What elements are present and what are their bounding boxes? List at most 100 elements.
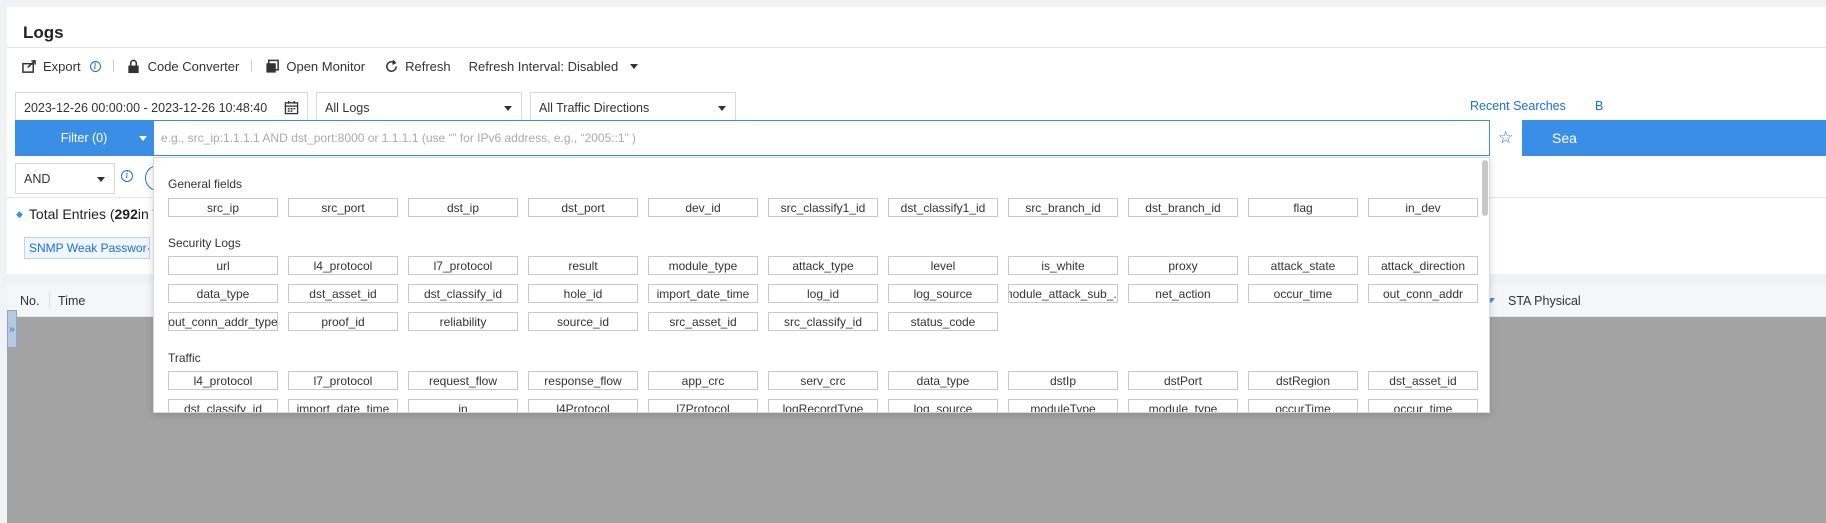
field-chip[interactable]: l7_protocol xyxy=(288,371,398,390)
star-icon[interactable]: ☆ xyxy=(1498,128,1513,148)
field-chip[interactable]: data_type xyxy=(168,284,278,303)
diamond-icon: ◆ xyxy=(16,208,23,219)
field-chip[interactable]: l4_protocol xyxy=(168,371,278,390)
field-chip[interactable]: proof_id xyxy=(288,312,398,331)
field-chip[interactable]: module_attack_sub_... xyxy=(1008,284,1118,303)
field-chip[interactable]: url xyxy=(168,256,278,275)
search-button[interactable]: Sea xyxy=(1522,120,1826,156)
log-type-value: All Logs xyxy=(325,100,370,115)
field-chip[interactable]: in_dev xyxy=(1368,198,1478,217)
info-icon[interactable]: i xyxy=(89,60,101,72)
field-chip[interactable]: l4_protocol xyxy=(288,256,398,275)
field-chip[interactable]: log_source xyxy=(888,399,998,412)
field-chip[interactable]: dst_classify1_id xyxy=(888,198,998,217)
refresh-button[interactable]: Refresh xyxy=(383,58,451,74)
field-chip[interactable]: dst_port xyxy=(528,198,638,217)
field-chip[interactable]: module_type xyxy=(1128,399,1238,412)
field-chip[interactable]: serv_crc xyxy=(768,371,878,390)
field-chip[interactable]: dev_id xyxy=(648,198,758,217)
traffic-direction-select[interactable]: All Traffic Directions xyxy=(530,92,736,123)
section-title: Security Logs xyxy=(168,236,241,250)
total-prefix: Total Entries ( xyxy=(28,206,115,222)
search-input[interactable]: e.g., src_ip:1.1.1.1 AND dst_port:8000 o… xyxy=(153,120,1490,156)
field-chip[interactable]: source_id xyxy=(528,312,638,331)
field-chip[interactable]: src_ip xyxy=(168,198,278,217)
field-chip[interactable]: data_type xyxy=(888,371,998,390)
field-chip[interactable]: response_flow xyxy=(528,371,638,390)
field-chip[interactable]: l4Protocol xyxy=(528,399,638,412)
export-button[interactable]: Export i xyxy=(21,58,101,74)
field-chip[interactable]: result xyxy=(528,256,638,275)
field-chip[interactable]: level xyxy=(888,256,998,275)
field-chip[interactable]: src_asset_id xyxy=(648,312,758,331)
refresh-interval-label: Refresh Interval: Disabled xyxy=(468,58,619,74)
operator-select[interactable]: AND xyxy=(15,163,115,194)
field-chip[interactable]: dstIp xyxy=(1008,371,1118,390)
field-chip[interactable]: dst_asset_id xyxy=(288,284,398,303)
field-chip[interactable]: l7Protocol xyxy=(648,399,758,412)
export-label: Export xyxy=(43,58,81,74)
column-no[interactable]: No. xyxy=(20,294,39,308)
field-chip[interactable]: proxy xyxy=(1128,256,1238,275)
field-chip[interactable]: log_source xyxy=(888,284,998,303)
traffic-direction-value: All Traffic Directions xyxy=(539,100,650,115)
column-sta-physical[interactable]: STA Physical xyxy=(1508,294,1581,308)
field-chip[interactable]: dst_classify_id xyxy=(168,399,278,412)
field-chip[interactable]: dst_branch_id xyxy=(1128,198,1238,217)
field-chip[interactable]: import_date_time xyxy=(648,284,758,303)
field-chip[interactable]: attack_state xyxy=(1248,256,1358,275)
field-chip[interactable]: dstPort xyxy=(1128,371,1238,390)
field-chip[interactable]: net_action xyxy=(1128,284,1238,303)
scrollbar[interactable] xyxy=(1482,160,1488,216)
refresh-interval-dropdown[interactable]: Refresh Interval: Disabled xyxy=(469,59,639,74)
field-chip[interactable]: in xyxy=(408,399,518,412)
field-chip[interactable]: src_branch_id xyxy=(1008,198,1118,217)
chevron-down-icon xyxy=(504,106,512,111)
field-chip[interactable]: moduleType xyxy=(1008,399,1118,412)
field-chip[interactable]: out_conn_addr xyxy=(1368,284,1478,303)
field-chip[interactable]: out_conn_addr_type xyxy=(168,312,278,331)
search-placeholder: e.g., src_ip:1.1.1.1 AND dst_port:8000 o… xyxy=(161,131,636,145)
field-chip[interactable]: request_flow xyxy=(408,371,518,390)
field-chip[interactable]: log_id xyxy=(768,284,878,303)
field-chip[interactable]: is_white xyxy=(1008,256,1118,275)
field-chip[interactable]: import_date_time xyxy=(288,399,398,412)
field-chip[interactable]: app_crc xyxy=(648,371,758,390)
field-chip[interactable]: src_classify1_id xyxy=(768,198,878,217)
filter-button[interactable]: Filter (0) xyxy=(15,120,153,156)
info-icon[interactable]: i xyxy=(121,170,133,182)
search-button-label: Sea xyxy=(1552,130,1577,146)
field-chip[interactable]: dst_asset_id xyxy=(1368,371,1478,390)
snmp-tag[interactable]: SNMP Weak Passwor··· xyxy=(24,237,150,259)
calendar-icon[interactable] xyxy=(284,100,299,118)
field-chip[interactable]: flag xyxy=(1248,198,1358,217)
field-chip[interactable]: hole_id xyxy=(528,284,638,303)
field-chip[interactable]: dst_ip xyxy=(408,198,518,217)
field-chip[interactable]: occur_time xyxy=(1368,399,1478,412)
field-chip[interactable]: logRecordType xyxy=(768,399,878,412)
field-chip[interactable]: l7_protocol xyxy=(408,256,518,275)
recent-searches-link[interactable]: Recent Searches xyxy=(1470,99,1566,113)
code-converter-button[interactable]: Code Converter xyxy=(126,58,239,74)
next-link[interactable]: B xyxy=(1595,99,1603,113)
expand-icon[interactable]: » xyxy=(7,310,17,348)
log-type-select[interactable]: All Logs xyxy=(316,92,522,123)
field-chip[interactable]: src_classify_id xyxy=(768,312,878,331)
field-chip[interactable]: dst_classify_id xyxy=(408,284,518,303)
field-chip[interactable]: dstRegion xyxy=(1248,371,1358,390)
field-chip[interactable]: attack_type xyxy=(768,256,878,275)
field-chip[interactable]: attack_direction xyxy=(1368,256,1478,275)
field-chip[interactable]: status_code xyxy=(888,312,998,331)
field-chip[interactable]: reliability xyxy=(408,312,518,331)
refresh-label: Refresh xyxy=(405,58,451,74)
field-chip[interactable]: occurTime xyxy=(1248,399,1358,412)
field-chip[interactable]: occur_time xyxy=(1248,284,1358,303)
date-range-picker[interactable]: 2023-12-26 00:00:00 - 2023-12-26 10:48:4… xyxy=(15,92,308,123)
divider xyxy=(7,47,1826,48)
field-chip[interactable]: module_type xyxy=(648,256,758,275)
date-range-value: 2023-12-26 00:00:00 - 2023-12-26 10:48:4… xyxy=(24,100,268,115)
open-monitor-button[interactable]: Open Monitor xyxy=(264,58,365,74)
field-chip[interactable]: src_port xyxy=(288,198,398,217)
chevron-down-icon xyxy=(97,177,105,182)
column-time[interactable]: Time xyxy=(58,294,85,308)
